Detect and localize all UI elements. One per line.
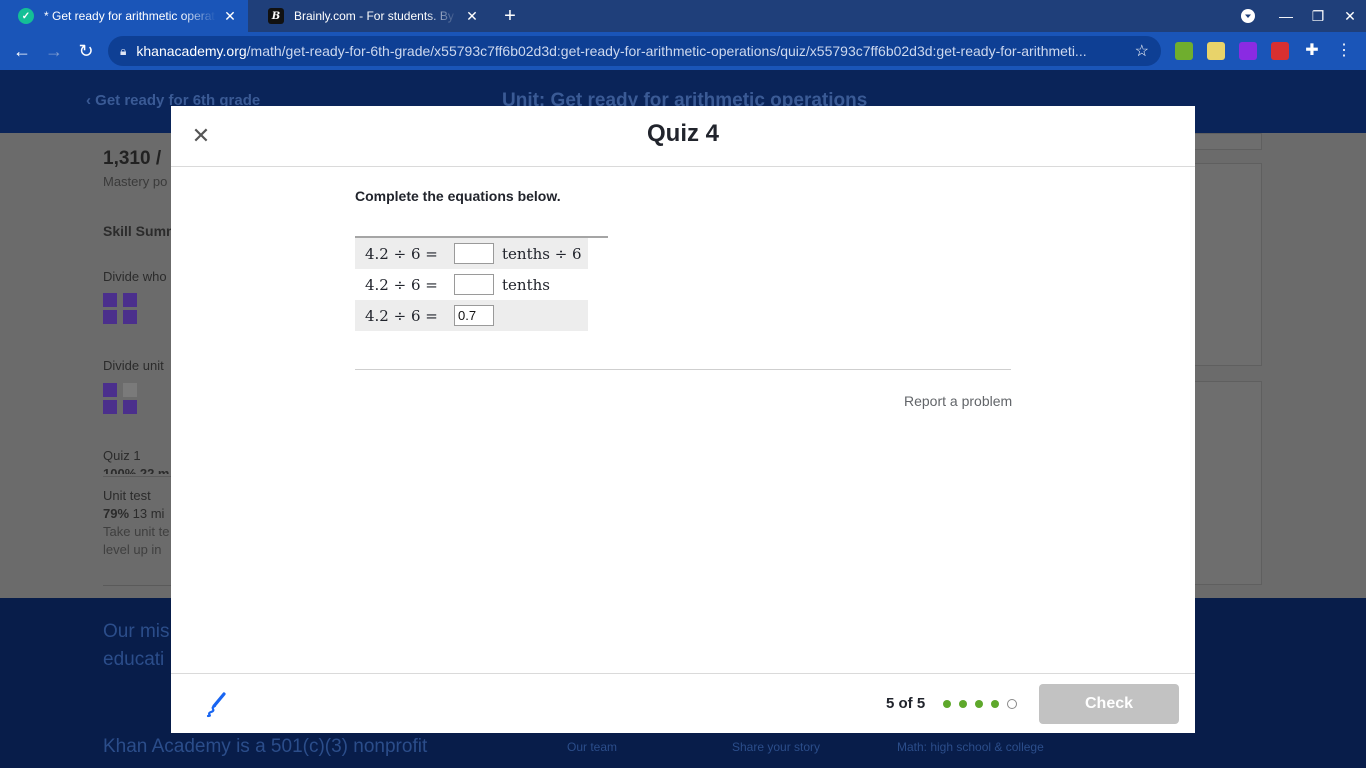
mastery-points: 1,310 / [103, 148, 162, 169]
tab-title: * Get ready for arithmetic operat [44, 9, 215, 23]
close-icon[interactable]: ✕ [222, 8, 238, 25]
back-arrow-icon[interactable]: ← [10, 39, 34, 63]
bookmark-star-icon[interactable]: ☆ [1135, 41, 1149, 61]
modal-title: Quiz 4 [646, 120, 719, 147]
skill-bars [103, 383, 139, 415]
equation-rhs: tenths [502, 275, 550, 294]
progress-dots [943, 699, 1023, 709]
extension-icon[interactable] [1207, 42, 1225, 60]
equation-lhs: 4.2 ÷ 6 = [365, 275, 438, 294]
new-tab-button[interactable]: + [498, 4, 522, 28]
progress-dot [991, 700, 999, 708]
footer-link-share-story[interactable]: Share your story [732, 740, 820, 754]
answer-input-1[interactable] [454, 243, 494, 264]
equation-table: 4.2 ÷ 6 = tenths ÷ 6 4.2 ÷ 6 = tenths 4.… [355, 236, 608, 331]
footer-mission: Our mis educati [103, 621, 170, 670]
progress-dot [1007, 699, 1017, 709]
tab-search-icon[interactable] [1232, 0, 1264, 32]
url-text: khanacademy.org/math/get-ready-for-6th-g… [136, 43, 1087, 59]
browser-toolbar: ← → ↻ 🔒︎ khanacademy.org/math/get-ready-… [0, 32, 1366, 70]
skill-bars [103, 293, 139, 325]
minimize-icon[interactable]: — [1270, 0, 1302, 32]
skill-divide-whole[interactable]: Divide who [103, 269, 167, 284]
address-bar[interactable]: 🔒︎ khanacademy.org/math/get-ready-for-6t… [108, 36, 1161, 66]
window-close-icon[interactable]: ✕ [1334, 0, 1366, 32]
footer-link-our-team[interactable]: Our team [567, 740, 617, 754]
quiz-modal: ✕ Quiz 4 Complete the equations below. 4… [171, 106, 1195, 733]
footer-nonprofit: Khan Academy is a 501(c)(3) nonprofit [103, 736, 428, 757]
puzzle-icon[interactable]: ✚ [1300, 39, 1324, 63]
brainly-icon: B [268, 8, 284, 24]
quiz-1-score: 100% 22 m [103, 466, 170, 474]
modal-header: ✕ Quiz 4 [171, 106, 1195, 167]
equation-rhs: tenths ÷ 6 [502, 244, 582, 263]
browser-tab-brainly[interactable]: B Brainly.com - For students. By st ✕ [250, 0, 490, 32]
report-problem-link[interactable]: Report a problem [904, 393, 1012, 409]
browser-tabstrip: ✓ * Get ready for arithmetic operat ✕ B … [0, 0, 1366, 32]
answer-input-3[interactable]: 0.7 [454, 305, 494, 326]
footer-link-math-high-school[interactable]: Math: high school & college [897, 740, 1044, 754]
equation-row: 4.2 ÷ 6 = tenths [355, 269, 588, 300]
progress-dot [959, 700, 967, 708]
extension-icon[interactable] [1175, 42, 1193, 60]
lock-icon: 🔒︎ [120, 43, 127, 58]
unit-test-label[interactable]: Unit test [103, 488, 151, 503]
equation-lhs: 4.2 ÷ 6 = [365, 244, 438, 263]
browser-tab-khan-academy[interactable]: ✓ * Get ready for arithmetic operat ✕ [0, 0, 248, 32]
extension-icon[interactable] [1271, 42, 1289, 60]
unit-test-score: 79% 13 mi [103, 506, 165, 521]
answer-input-2[interactable] [454, 274, 494, 295]
side-card [1195, 133, 1262, 150]
progress-text: 5 of 5 [886, 695, 926, 712]
side-card [1195, 381, 1262, 585]
unit-test-desc: level up in [103, 542, 162, 557]
skill-summary-heading: Skill Summ [103, 223, 179, 239]
progress-dot [943, 700, 951, 708]
skill-divide-unit[interactable]: Divide unit [103, 358, 164, 373]
side-card [1195, 163, 1262, 366]
content-divider [355, 369, 1011, 370]
progress-dot [975, 700, 983, 708]
modal-footer: 5 of 5 Check [171, 673, 1195, 733]
khan-academy-icon: ✓ [18, 8, 34, 24]
more-menu-icon[interactable]: ⋮ [1332, 39, 1356, 63]
close-icon[interactable]: ✕ [464, 8, 480, 25]
mastery-label: Mastery po [103, 174, 168, 189]
equation-row: 4.2 ÷ 6 = 0.7 [355, 300, 588, 331]
tab-title: Brainly.com - For students. By st [294, 9, 458, 23]
question-prompt: Complete the equations below. [355, 188, 561, 204]
check-button[interactable]: Check [1039, 684, 1179, 724]
extension-icon[interactable] [1239, 42, 1257, 60]
restore-icon[interactable]: ❐ [1302, 0, 1334, 32]
scratchpad-icon[interactable] [203, 690, 231, 718]
quiz-1-label[interactable]: Quiz 1 [103, 448, 141, 463]
equation-lhs: 4.2 ÷ 6 = [365, 306, 438, 325]
forward-arrow-icon[interactable]: → [42, 39, 66, 63]
equation-row: 4.2 ÷ 6 = tenths ÷ 6 [355, 238, 588, 269]
unit-test-desc: Take unit te [103, 524, 170, 539]
reload-icon[interactable]: ↻ [74, 39, 98, 63]
